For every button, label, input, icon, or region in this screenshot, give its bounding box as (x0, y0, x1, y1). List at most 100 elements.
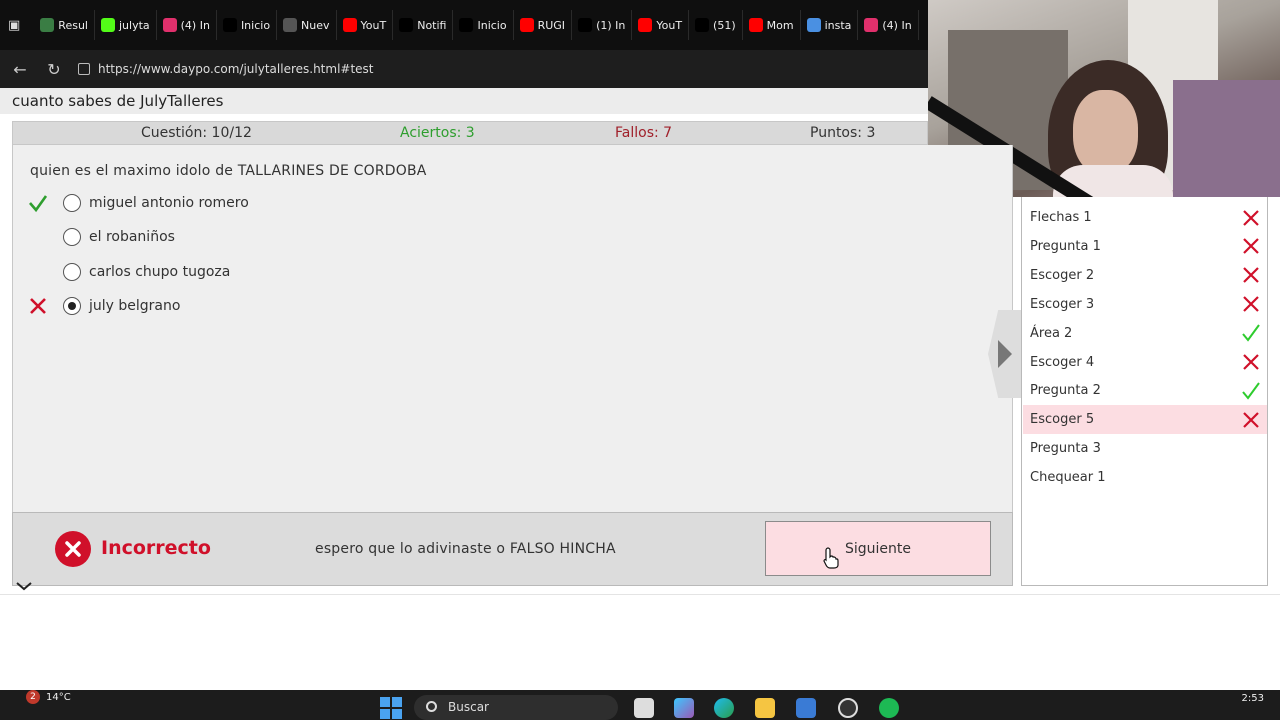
store-icon[interactable] (796, 698, 816, 718)
radio-button[interactable] (63, 194, 81, 212)
wrong-cross-icon (1241, 265, 1261, 285)
search-icon (426, 701, 437, 712)
sidebar-question-item[interactable]: Pregunta 1 (1023, 232, 1267, 261)
wrong-cross-icon (1241, 208, 1261, 228)
browser-tab[interactable]: (4) In (157, 10, 217, 40)
sidebar-question-item[interactable]: Escoger 3 (1023, 290, 1267, 319)
browser-tab[interactable]: RUGI (514, 10, 573, 40)
tab-label: (4) In (882, 18, 912, 32)
sidebar-question-item[interactable]: Pregunta 2 (1023, 376, 1267, 405)
quiz-panel: quien es el maximo idolo de TALLARINES D… (12, 145, 1013, 512)
x-logo-icon (222, 18, 237, 32)
page-title: cuanto sabes de JulyTalleres (0, 88, 928, 114)
tab-label: julyta (118, 18, 150, 32)
youtube-icon (748, 18, 763, 32)
youtube-icon (519, 18, 534, 32)
browser-tab[interactable]: YouT (337, 10, 394, 40)
x-logo-icon (578, 18, 593, 32)
obs-icon[interactable] (838, 698, 858, 718)
browser-tab[interactable]: Resul (34, 10, 95, 40)
tiktok-icon (695, 18, 710, 32)
question-counter: Cuestión: 10/12 (141, 125, 252, 141)
play-arrow-icon (998, 340, 1012, 368)
radio-button[interactable] (63, 228, 81, 246)
tab-label: YouT (360, 18, 387, 32)
tab-label: Resul (58, 18, 88, 32)
sidebar-question-item[interactable]: Escoger 4 (1023, 348, 1267, 377)
browser-tab[interactable]: Mom (743, 10, 801, 40)
answer-text[interactable]: el robaniños (89, 229, 175, 245)
search-icon (806, 18, 821, 32)
feedback-message: espero que lo adivinaste o FALSO HINCHA (315, 541, 616, 557)
radio-button[interactable] (63, 297, 81, 315)
browser-tab[interactable]: Inicio (217, 10, 278, 40)
tab-label: (51) (713, 18, 736, 32)
spotify-icon[interactable] (879, 698, 899, 718)
browser-tab[interactable]: insta (801, 10, 859, 40)
question-sidebar: Flechas 1 Pregunta 1 Escoger 2 Escoger 3 Áre… (1021, 197, 1268, 586)
search-placeholder: Buscar (448, 700, 489, 714)
quiz-stats-bar: Cuestión: 10/12 Aciertos: 3 Fallos: 7 Pu… (12, 121, 928, 145)
answer-option[interactable]: july belgrano (13, 291, 413, 321)
sidebar-question-item[interactable]: Escoger 5 (1023, 405, 1267, 435)
tab-label: Notifi (417, 18, 447, 32)
incorrect-icon (55, 531, 91, 567)
radio-button[interactable] (63, 263, 81, 281)
reload-icon[interactable]: ↻ (44, 60, 64, 79)
sidebar-question-item[interactable]: Flechas 1 (1023, 203, 1267, 232)
url-field[interactable]: https://www.daypo.com/julytalleres.html#… (78, 62, 374, 76)
next-button[interactable]: Siguiente (765, 521, 991, 576)
status-mark (1241, 439, 1261, 459)
browser-tab[interactable]: Nuev (277, 10, 337, 40)
sidebar-question-item[interactable]: Escoger 2 (1023, 261, 1267, 290)
system-clock[interactable]: 2:53 (1242, 693, 1264, 705)
url-text[interactable]: https://www.daypo.com/julytalleres.html#… (98, 62, 374, 76)
browser-tab[interactable]: Notifi (393, 10, 454, 40)
sidebar-item-label: Pregunta 1 (1030, 238, 1101, 254)
browser-tab[interactable]: Inicio (453, 10, 514, 40)
wrong-cross-icon (1241, 352, 1261, 372)
points-counter: Puntos: 3 (810, 125, 876, 141)
webcam-person-face (1073, 90, 1138, 175)
sidebar-question-item[interactable]: Área 2 (1023, 319, 1267, 348)
feedback-label: Incorrecto (101, 537, 211, 559)
taskbar-search[interactable]: Buscar (414, 695, 618, 720)
correct-check-icon (1241, 381, 1261, 401)
browser-tab-bar: ▣ Resul julyta (4) In Inicio Nuev YouT Notifi I… (0, 0, 928, 50)
question-text: quien es el maximo idolo de TALLARINES D… (30, 163, 427, 179)
answer-option[interactable]: el robaniños (13, 222, 413, 252)
tab-actions-icon[interactable]: ▣ (8, 18, 20, 33)
back-icon[interactable]: ← (10, 60, 30, 79)
answer-text[interactable]: miguel antonio romero (89, 195, 249, 211)
file-explorer-icon[interactable] (755, 698, 775, 718)
tab-label: Nuev (301, 18, 330, 32)
k-logo-icon (100, 18, 115, 32)
temperature-text: 14°C (46, 692, 71, 703)
sidebar-question-item[interactable]: Chequear 1 (1023, 463, 1267, 492)
edge-icon[interactable] (714, 698, 734, 718)
answer-text[interactable]: carlos chupo tugoza (89, 264, 230, 280)
answer-option[interactable]: miguel antonio romero (13, 188, 413, 218)
sidebar-question-item[interactable]: Pregunta 3 (1023, 434, 1267, 463)
weather-widget[interactable]: 2 14°C (26, 690, 71, 704)
collapse-chevron-icon[interactable] (14, 579, 34, 593)
site-info-icon[interactable] (78, 63, 90, 75)
windows-start-icon[interactable] (380, 697, 402, 719)
document-icon (283, 18, 298, 32)
browser-tab[interactable]: YouT (632, 10, 690, 40)
copilot-icon[interactable] (674, 698, 694, 718)
tab-label: RUGI (537, 18, 566, 32)
sidebar-item-label: Flechas 1 (1030, 210, 1092, 225)
tab-label: Inicio (477, 18, 507, 32)
correct-check-icon (13, 193, 63, 213)
browser-tab[interactable]: (4) In (858, 10, 919, 40)
youtube-icon (342, 18, 357, 32)
sidebar-item-label: Escoger 5 (1030, 412, 1095, 428)
browser-tab[interactable]: (1) In (572, 10, 633, 40)
browser-tab[interactable]: (51) (689, 10, 743, 40)
instagram-icon (864, 18, 879, 32)
task-view-icon[interactable] (634, 698, 654, 718)
answer-text[interactable]: july belgrano (89, 298, 180, 314)
browser-tab[interactable]: julyta (95, 10, 157, 40)
answer-option[interactable]: carlos chupo tugoza (13, 257, 413, 287)
